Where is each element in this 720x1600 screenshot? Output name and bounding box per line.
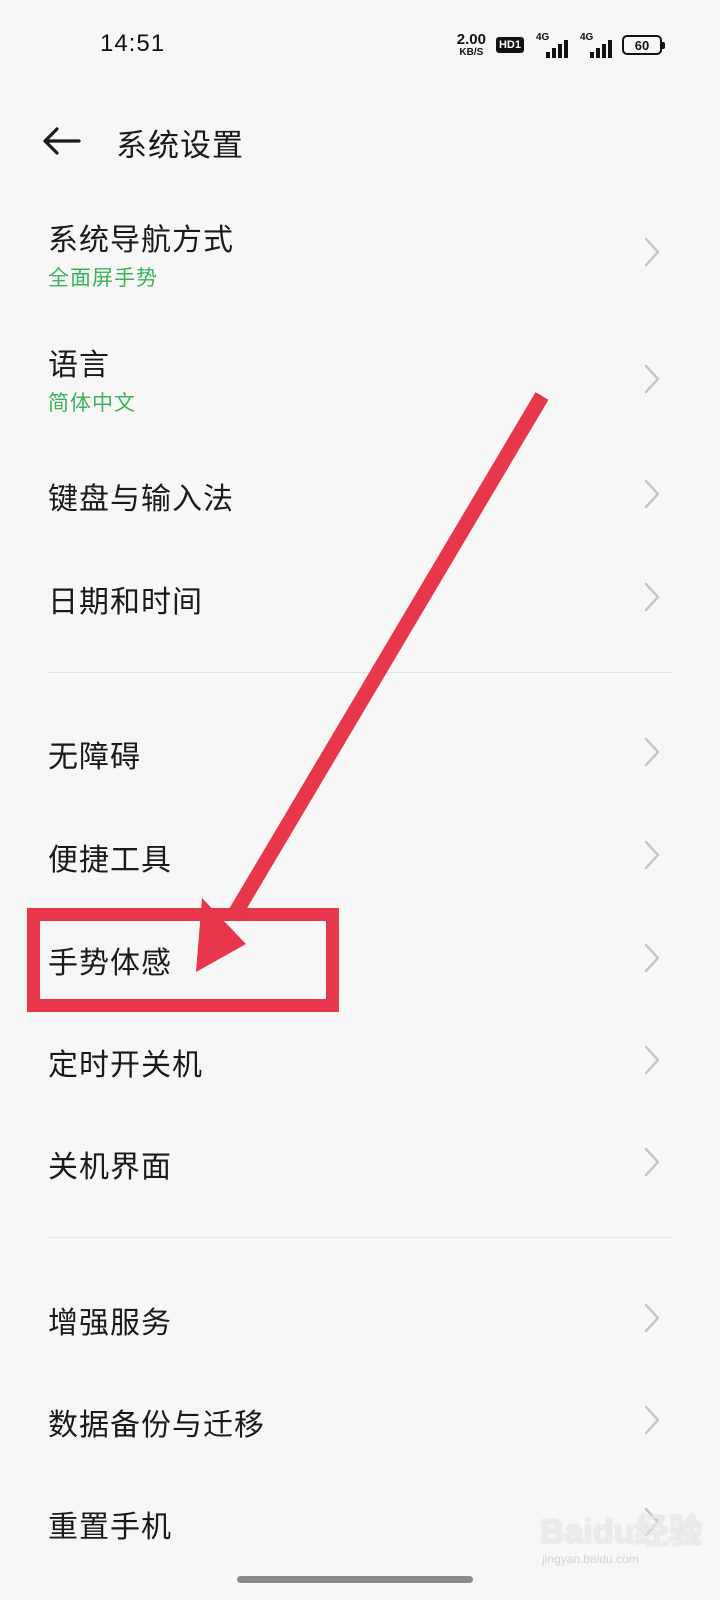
chevron-right-icon: [644, 1045, 660, 1075]
header: 系统设置: [0, 100, 720, 180]
setting-item-keyboard-input[interactable]: 键盘与输入法: [0, 450, 720, 540]
setting-label: 无障碍: [48, 740, 141, 775]
setting-item-shutdown-screen[interactable]: 关机界面: [0, 1118, 720, 1208]
setting-value: 全面屏手势: [48, 266, 158, 290]
status-time: 14:51: [100, 30, 166, 57]
chevron-right-icon: [644, 237, 660, 267]
setting-item-enhanced-services[interactable]: 增强服务: [0, 1274, 720, 1364]
chevron-right-icon: [644, 1405, 660, 1435]
setting-item-scheduled-power[interactable]: 定时开关机: [0, 1016, 720, 1106]
setting-label: 增强服务: [48, 1306, 172, 1341]
home-gesture-bar[interactable]: [237, 1576, 473, 1583]
setting-value: 简体中文: [48, 391, 136, 415]
chevron-right-icon: [644, 737, 660, 767]
battery-icon: 60: [622, 35, 665, 55]
setting-label: 重置手机: [48, 1510, 172, 1545]
setting-label: 数据备份与迁移: [48, 1408, 265, 1443]
setting-item-navigation-mode[interactable]: 系统导航方式 全面屏手势: [0, 195, 720, 310]
chevron-right-icon: [644, 1147, 660, 1177]
chevron-right-icon: [644, 1507, 660, 1537]
setting-item-convenience-tools[interactable]: 便捷工具: [0, 811, 720, 901]
status-bar: 14:51 2.00 KB/S HD1 4G 4G 60: [0, 0, 720, 90]
chevron-right-icon: [644, 943, 660, 973]
network-speed: 2.00 KB/S: [457, 32, 486, 58]
setting-item-reset-phone[interactable]: 重置手机: [0, 1478, 720, 1568]
setting-item-gesture-motion[interactable]: 手势体感: [0, 914, 720, 1004]
signal-icon-sim1: 4G: [534, 32, 568, 58]
page-title: 系统设置: [116, 128, 244, 164]
setting-item-date-time[interactable]: 日期和时间: [0, 553, 720, 643]
hd-voice-icon: HD1: [495, 37, 524, 53]
setting-label: 便捷工具: [48, 843, 172, 878]
section-divider: [48, 672, 672, 673]
chevron-right-icon: [644, 582, 660, 612]
setting-item-backup-migration[interactable]: 数据备份与迁移: [0, 1376, 720, 1466]
battery-level: 60: [634, 37, 650, 53]
setting-item-language[interactable]: 语言 简体中文: [0, 320, 720, 435]
back-button[interactable]: [36, 118, 86, 164]
setting-label: 系统导航方式: [48, 223, 234, 258]
setting-label: 定时开关机: [48, 1048, 203, 1083]
setting-item-accessibility[interactable]: 无障碍: [0, 708, 720, 798]
network-speed-unit: KB/S: [459, 47, 484, 58]
setting-label: 键盘与输入法: [48, 482, 234, 517]
chevron-right-icon: [644, 479, 660, 509]
section-divider: [48, 1237, 672, 1238]
signal-icon-sim2: 4G: [578, 32, 612, 58]
setting-label: 语言: [48, 348, 110, 383]
setting-label: 日期和时间: [48, 585, 203, 620]
status-icons: 2.00 KB/S HD1 4G 4G 60: [457, 28, 665, 62]
setting-label: 关机界面: [48, 1150, 172, 1185]
network-speed-value: 2.00: [456, 31, 486, 48]
chevron-right-icon: [644, 840, 660, 870]
setting-label: 手势体感: [48, 946, 172, 981]
chevron-right-icon: [644, 364, 660, 394]
chevron-right-icon: [644, 1303, 660, 1333]
back-arrow-icon: [43, 127, 81, 155]
